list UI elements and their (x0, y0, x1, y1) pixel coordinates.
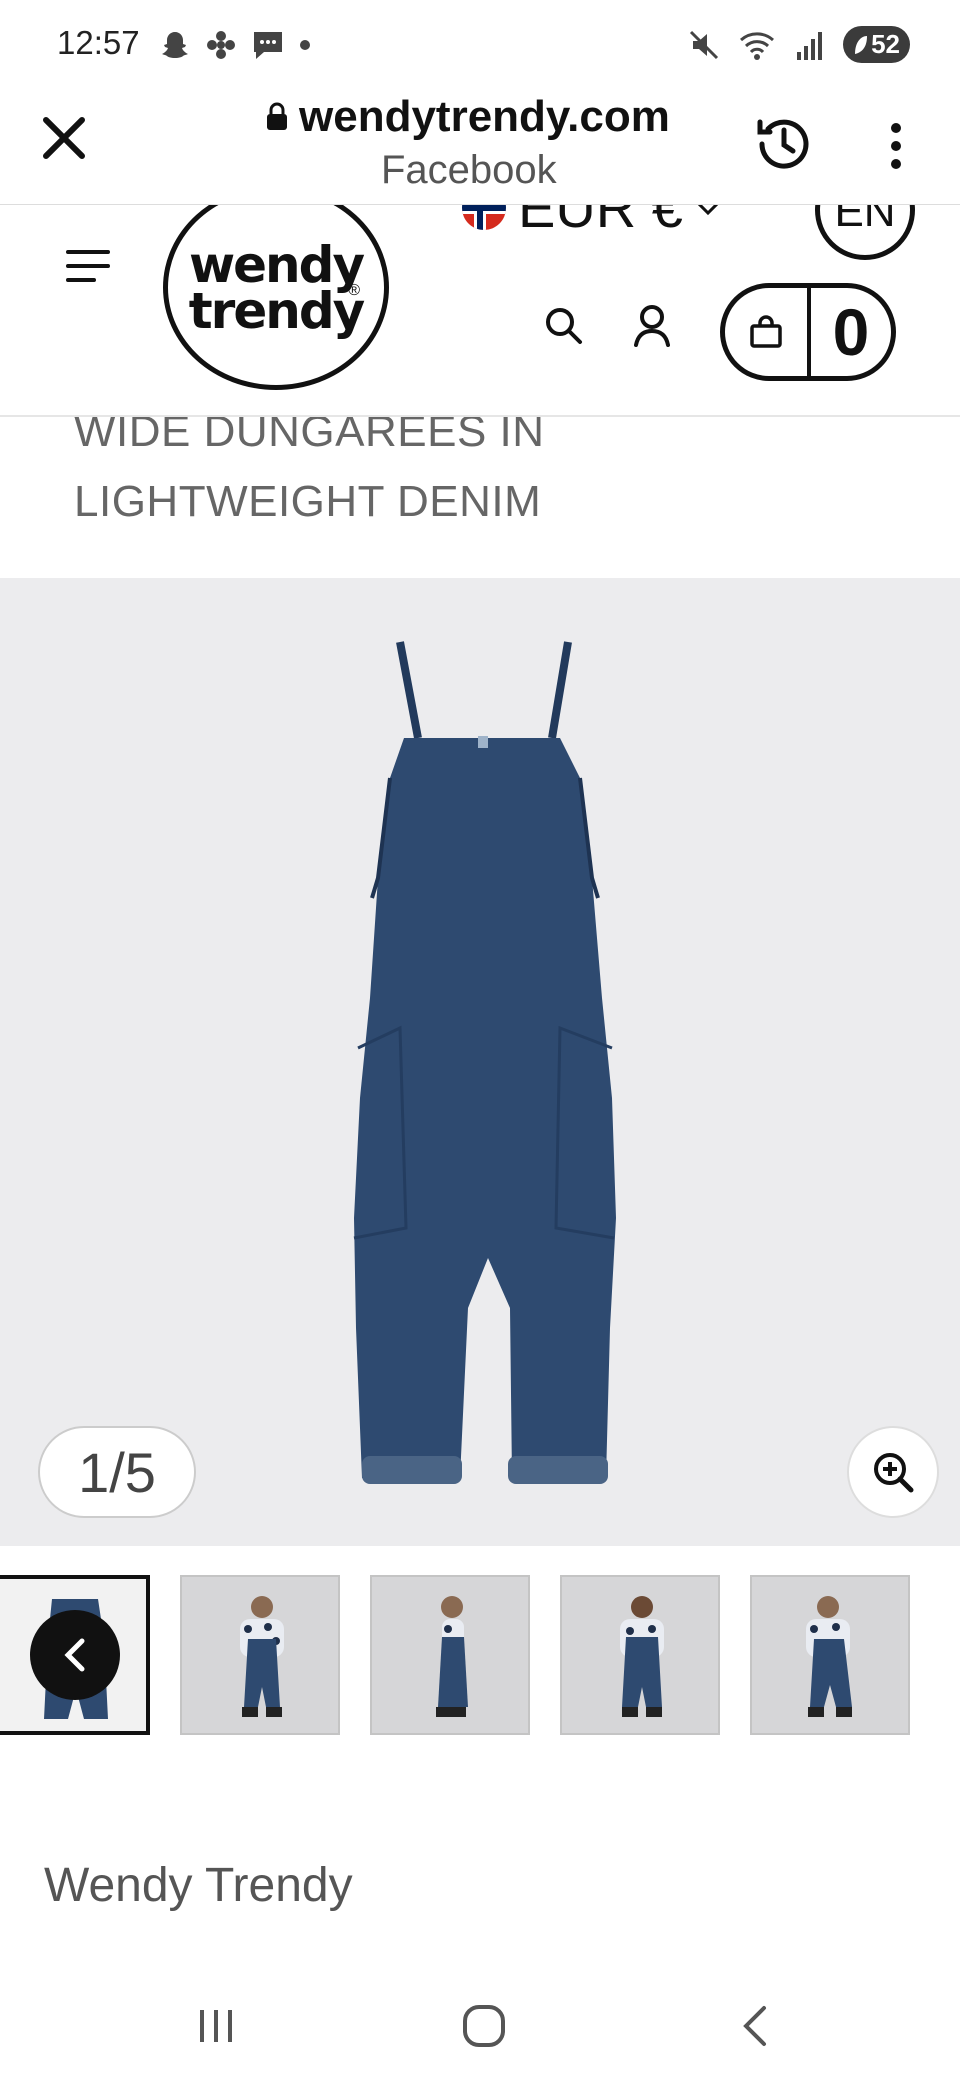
brand-name[interactable]: Wendy Trendy (44, 1858, 353, 1913)
notification-icons (158, 28, 312, 62)
product-title-line-2: LIGHTWEIGHT DENIM (74, 477, 542, 526)
mute-icon (690, 30, 719, 59)
url-domain[interactable]: wendytrendy.com (265, 92, 670, 142)
cart-button[interactable]: 0 (720, 283, 896, 381)
more-options-icon[interactable] (884, 116, 908, 176)
chevron-down-icon (698, 205, 718, 215)
logo-word-1: wendy (188, 235, 365, 294)
thumbnail-4[interactable] (560, 1575, 720, 1735)
leaf-icon (855, 35, 868, 54)
thumbnail-2[interactable] (180, 1575, 340, 1735)
browser-toolbar: wendytrendy.com Facebook (0, 90, 960, 205)
product-image-gallery[interactable]: 1/5 (0, 578, 960, 1546)
status-bar: 12:57 52 (0, 0, 960, 90)
zoom-in-icon (874, 1453, 914, 1493)
menu-icon[interactable] (66, 250, 110, 284)
snapchat-icon (162, 32, 188, 58)
dot-icon (300, 40, 310, 50)
currency-selector[interactable]: EUR € (462, 205, 721, 240)
chevron-left-icon (64, 1638, 85, 1672)
dungarees-product-image (353, 641, 616, 1484)
chat-bubble-icon (254, 32, 282, 59)
currency-label: EUR € (518, 205, 683, 239)
cart-count: 0 (832, 295, 870, 369)
account-icon[interactable] (632, 303, 672, 347)
thumbnail-model-side-image (436, 1596, 468, 1717)
back-icon[interactable] (736, 2002, 776, 2050)
battery-indicator: 52 (843, 26, 910, 63)
norway-flag-icon (462, 205, 506, 230)
domain-text: wendytrendy.com (299, 92, 670, 141)
flower-icon (207, 31, 235, 59)
referrer-label: Facebook (381, 148, 557, 192)
cart-bag-icon (725, 288, 811, 376)
zoom-button[interactable] (847, 1426, 939, 1518)
wifi-icon (740, 31, 775, 60)
search-icon[interactable] (543, 305, 583, 345)
product-title-line-1: WIDE DUNGAREES IN (74, 417, 545, 456)
previous-image-button[interactable] (30, 1610, 120, 1700)
system-icons: 52 (687, 26, 910, 63)
thumbnail-model-pose-image (806, 1596, 852, 1717)
thumbnail-model-front-image (240, 1596, 284, 1717)
thumbnail-5[interactable] (750, 1575, 910, 1735)
site-logo[interactable]: wendy trendy ® (163, 205, 389, 390)
signal-icon (797, 31, 823, 60)
product-title: WIDE DUNGAREES IN LIGHTWEIGHT DENIM (0, 417, 960, 578)
logo-word-2: trendy (188, 281, 365, 340)
system-navigation-bar (0, 1970, 960, 2080)
thumbnail-model-back-image (620, 1596, 664, 1717)
logo-registered-mark: ® (348, 282, 360, 299)
home-icon[interactable] (460, 2002, 508, 2050)
close-icon[interactable] (38, 112, 90, 164)
thumbnail-3[interactable] (370, 1575, 530, 1735)
history-icon[interactable] (752, 112, 816, 176)
language-selector[interactable]: EN (815, 205, 915, 260)
site-header: wendy trendy ® EUR € EN 0 (0, 205, 960, 417)
thumbnail-strip (0, 1575, 960, 1735)
image-counter: 1/5 (38, 1426, 196, 1518)
battery-level: 52 (871, 29, 900, 59)
lock-icon (267, 102, 287, 130)
status-time: 12:57 (57, 24, 140, 61)
recent-apps-icon[interactable] (194, 2004, 238, 2048)
